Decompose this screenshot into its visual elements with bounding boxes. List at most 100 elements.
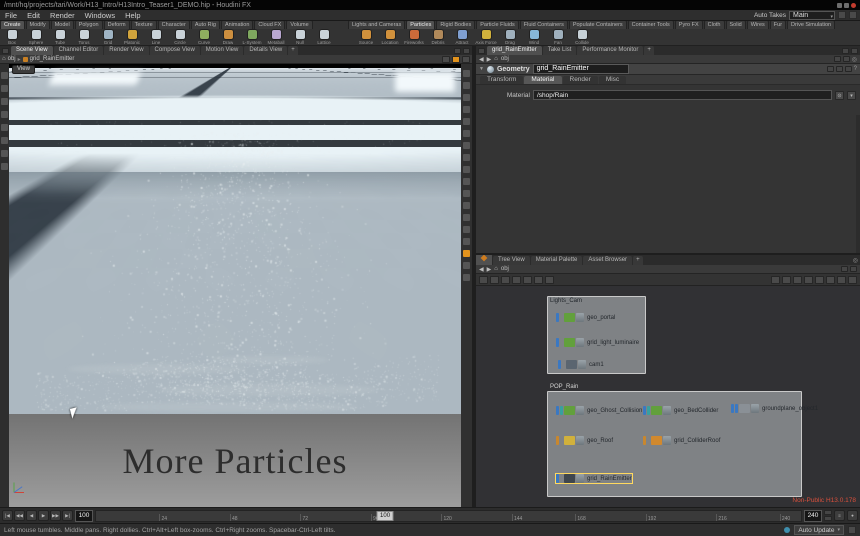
top-view-icon[interactable]	[463, 106, 470, 113]
scrollbar[interactable]	[856, 115, 860, 253]
shelf-tool[interactable]: Location	[378, 30, 402, 45]
shelf-tool[interactable]: Metaball	[264, 30, 288, 45]
back-icon[interactable]: ◀	[479, 266, 484, 273]
snap-grid-icon[interactable]	[523, 276, 532, 284]
display-flag[interactable]	[556, 338, 559, 347]
layout-quad-icon[interactable]	[463, 82, 470, 89]
menu-item[interactable]: Edit	[22, 11, 45, 20]
shelf-tab[interactable]: Populate Containers	[569, 21, 627, 29]
shelf-tool[interactable]: Lattice	[312, 30, 336, 45]
display-options-icon[interactable]	[463, 250, 470, 257]
transport-button[interactable]: ◀◀	[14, 510, 25, 521]
shelf-tool[interactable]: Attract	[450, 30, 474, 45]
display-normals-icon[interactable]	[463, 178, 470, 185]
shelf-tab[interactable]: Deform	[104, 21, 130, 29]
network-node[interactable]: geo_BedCollider	[643, 406, 718, 415]
lights-toggle-icon[interactable]	[463, 214, 470, 221]
zoom-icon[interactable]	[490, 276, 499, 284]
transport-button[interactable]: ◀	[26, 510, 37, 521]
display-flag[interactable]	[643, 436, 646, 445]
transport-button[interactable]: ▶▶	[50, 510, 61, 521]
transport-button[interactable]: |◀	[2, 510, 13, 521]
group-list-icon[interactable]	[463, 238, 470, 245]
pan-icon[interactable]	[479, 276, 488, 284]
list-icon[interactable]	[843, 56, 850, 62]
snapshot-button[interactable]	[452, 56, 460, 63]
parameter-tab[interactable]: Transform	[480, 76, 523, 84]
pane-tab[interactable]: Motion View	[201, 46, 244, 55]
shelf-tool[interactable]: Debris	[426, 30, 450, 45]
shelf-tab[interactable]: Auto Rig	[191, 21, 220, 29]
transport-button[interactable]: ▶	[38, 510, 49, 521]
display-flag[interactable]	[558, 360, 561, 369]
presets-icon[interactable]	[845, 66, 852, 72]
display-options-icon[interactable]	[837, 276, 846, 284]
grid-toggle-icon[interactable]	[463, 190, 470, 197]
display-flag[interactable]	[556, 406, 559, 415]
shelf-tool[interactable]: L-System	[240, 30, 264, 45]
wireframe-icon[interactable]	[463, 142, 470, 149]
menu-item[interactable]: File	[0, 11, 22, 20]
home-icon[interactable]: ⌂	[2, 56, 6, 62]
render-flag[interactable]	[560, 474, 563, 483]
shelf-tool[interactable]: Torus	[72, 30, 96, 45]
display-flag[interactable]	[556, 474, 559, 483]
shape-palette-icon[interactable]	[782, 276, 791, 284]
render-flag[interactable]	[647, 436, 650, 445]
auto-update-selector[interactable]: Auto Update ▾	[794, 525, 844, 535]
shelf-tab[interactable]: Fluid Containers	[520, 21, 568, 29]
network-canvas[interactable]: Lights_Cam POP_Rain geo_portal	[476, 286, 860, 507]
pane-tab[interactable]: Material Palette	[531, 256, 583, 265]
add-pane-tab-button[interactable]: +	[644, 46, 654, 55]
menu-item[interactable]: Windows	[80, 11, 120, 20]
takes-icon[interactable]	[838, 11, 846, 19]
shelf-tab[interactable]: Pyro FX	[675, 21, 703, 29]
realtime-toggle-button[interactable]: ●	[847, 510, 858, 521]
shelf-tool[interactable]: Fan	[546, 30, 570, 45]
shelf-tab[interactable]: Character	[158, 21, 190, 29]
display-points-icon[interactable]	[463, 166, 470, 173]
minimize-icon[interactable]	[837, 3, 842, 8]
shelf-tab[interactable]: Wires	[747, 21, 769, 29]
render-flag[interactable]	[562, 360, 565, 369]
maximize-icon[interactable]	[844, 3, 849, 8]
home-icon[interactable]: ⌂	[494, 56, 498, 62]
shelf-tool[interactable]: Curve	[192, 30, 216, 45]
radio-icon[interactable]: ◎	[853, 257, 858, 264]
display-flag[interactable]	[556, 313, 559, 322]
gear-icon[interactable]	[836, 66, 843, 72]
shelf-tool[interactable]: Draw	[216, 30, 240, 45]
network-box-icon[interactable]	[545, 276, 554, 284]
take-selector[interactable]: Main ▾	[789, 11, 835, 20]
pane-split-icon[interactable]	[478, 48, 485, 54]
shelf-tab[interactable]: Texture	[131, 21, 157, 29]
menu-icon[interactable]	[848, 276, 857, 284]
help-icon[interactable]	[849, 11, 857, 19]
parameter-tab[interactable]: Render	[563, 76, 598, 84]
node-name-field[interactable]: grid_RainEmitter	[533, 64, 629, 74]
network-node[interactable]: geo_Roof	[556, 436, 613, 445]
pane-menu-icon[interactable]	[842, 48, 849, 54]
shelf-tab[interactable]: Fur	[770, 21, 786, 29]
shelf-tool[interactable]: Circle	[168, 30, 192, 45]
forward-icon[interactable]: ▶	[487, 56, 492, 63]
shelf-tool[interactable]: Tube	[48, 30, 72, 45]
frame-all-icon[interactable]	[501, 276, 510, 284]
shelf-tool[interactable]: Line	[144, 30, 168, 45]
display-flag[interactable]	[643, 406, 646, 415]
render-flag[interactable]	[560, 338, 563, 347]
layout-single-icon[interactable]	[463, 70, 470, 77]
chevron-down-icon[interactable]: ▾	[847, 91, 856, 100]
pane-tab[interactable]: Compose View	[150, 46, 200, 55]
shelf-tool[interactable]: Sphere	[24, 30, 48, 45]
viewport-3d-scene[interactable]: View More Particles	[9, 64, 461, 507]
shelf-tool[interactable]: Platonic	[120, 30, 144, 45]
playhead[interactable]: 100	[377, 511, 394, 521]
info-icon[interactable]	[826, 276, 835, 284]
shelf-tab[interactable]: Cloud FX	[254, 21, 285, 29]
network-node[interactable]: cam1	[558, 360, 604, 369]
chevron-down-icon[interactable]: ▼	[479, 66, 484, 72]
shelf-tool[interactable]: Wind	[522, 30, 546, 45]
render-region-icon[interactable]	[463, 262, 470, 269]
render-flag[interactable]	[560, 406, 563, 415]
